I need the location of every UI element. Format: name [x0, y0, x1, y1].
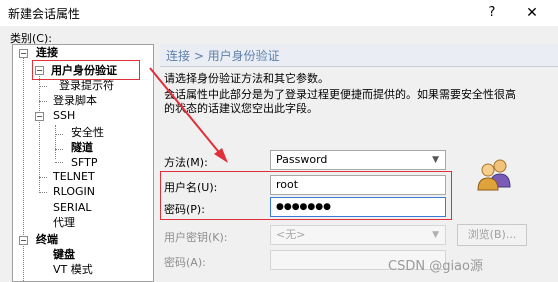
watermark: CSDN @giao源 [388, 259, 483, 274]
users-icon [477, 159, 511, 191]
red-arrow-icon [149, 67, 228, 163]
